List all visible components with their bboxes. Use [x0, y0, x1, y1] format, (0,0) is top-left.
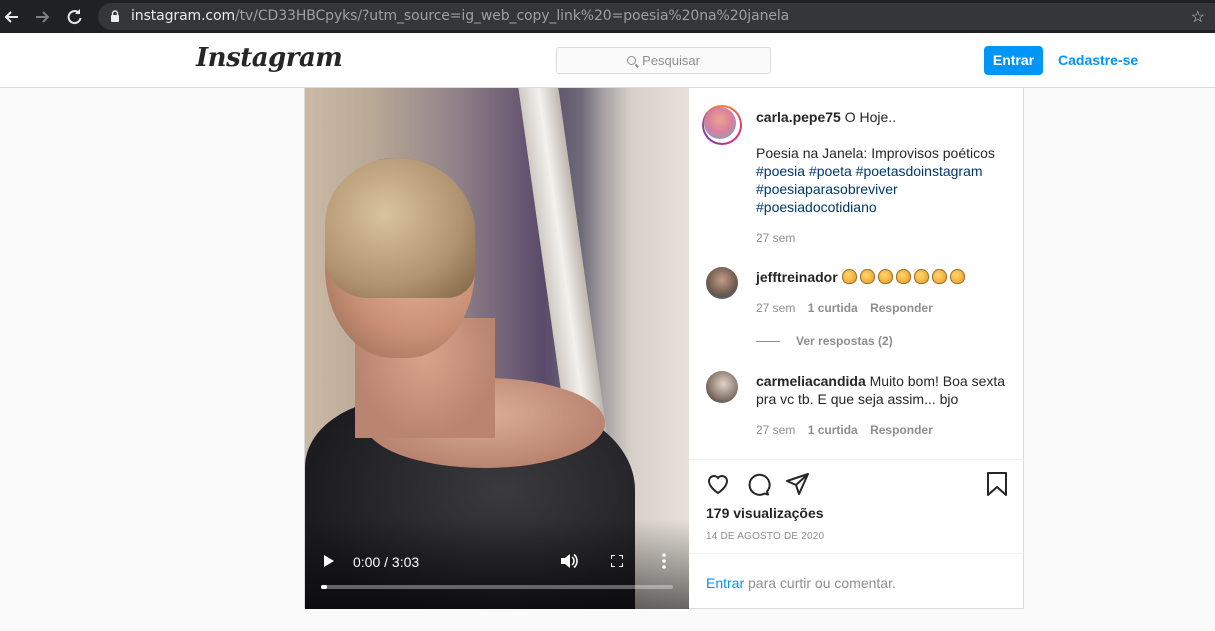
volume-icon[interactable] — [560, 553, 578, 569]
view-count[interactable]: 179 visualizações — [706, 505, 824, 521]
post-sidebar: carla.pepe75 O Hoje.. Poesia na Janela: … — [689, 88, 1024, 609]
login-link[interactable]: Entrar — [706, 575, 744, 591]
hashtag[interactable]: #poesia — [756, 163, 805, 179]
search-input[interactable]: Pesquisar — [556, 47, 771, 74]
hashtag[interactable]: #poesiadocotidiano — [756, 199, 877, 215]
play-icon[interactable] — [324, 555, 334, 567]
post-caption: carla.pepe75 O Hoje.. Poesia na Janela: … — [756, 109, 995, 215]
clap-emoji-row — [841, 269, 968, 285]
heart-icon[interactable] — [705, 471, 731, 497]
post-time[interactable]: 27 sem — [756, 231, 795, 245]
author-username[interactable]: carla.pepe75 — [756, 109, 841, 125]
post-container: 0:00 / 3:03 carla.pepe75 O Hoje.. Poesia… — [304, 88, 1024, 609]
bookmark-star-icon[interactable]: ☆ — [1191, 7, 1205, 27]
comment: jefftreinador — [756, 268, 1006, 286]
browser-toolbar: instagram.com/tv/CD33HBCpyks/?utm_source… — [0, 0, 1215, 33]
video-progress-fill — [321, 585, 327, 589]
video-player[interactable]: 0:00 / 3:03 — [305, 88, 689, 609]
back-icon[interactable] — [1, 6, 23, 28]
reload-icon[interactable] — [63, 6, 85, 28]
post-date: 14 DE AGOSTO DE 2020 — [706, 531, 825, 542]
fullscreen-icon[interactable] — [611, 555, 623, 567]
commenter-avatar[interactable] — [706, 267, 738, 299]
instagram-header: Instagram Pesquisar Entrar Cadastre-se — [0, 33, 1215, 88]
comment-icon[interactable] — [745, 471, 771, 497]
comment-meta: 27 sem 1 curtida Responder — [756, 301, 933, 315]
url-text: instagram.com/tv/CD33HBCpyks/?utm_source… — [131, 8, 790, 24]
login-to-comment: Entrar para curtir ou comentar. — [706, 575, 896, 591]
lock-icon — [111, 10, 119, 22]
forward-icon[interactable] — [31, 6, 53, 28]
reply-button[interactable]: Responder — [870, 423, 933, 437]
video-time: 0:00 / 3:03 — [353, 554, 420, 570]
comment-meta: 27 sem 1 curtida Responder — [756, 423, 933, 437]
bookmark-icon[interactable] — [984, 471, 1010, 497]
reply-button[interactable]: Responder — [870, 301, 933, 315]
commenter-avatar[interactable] — [706, 371, 738, 403]
more-options-icon[interactable] — [662, 553, 666, 569]
comment-username[interactable]: carmeliacandida — [756, 373, 866, 389]
hashtag[interactable]: #poesiaparasobreviver — [756, 181, 898, 197]
search-placeholder: Pesquisar — [642, 53, 700, 68]
comment-username[interactable]: jefftreinador — [756, 269, 838, 285]
hashtag[interactable]: #poetasdoinstagram — [856, 163, 983, 179]
search-icon — [627, 56, 637, 65]
video-progress-bar[interactable] — [321, 585, 673, 589]
address-bar[interactable]: instagram.com/tv/CD33HBCpyks/?utm_source… — [98, 3, 1215, 30]
hashtag[interactable]: #poeta — [809, 163, 852, 179]
share-icon[interactable] — [785, 471, 811, 497]
comment: carmeliacandida Muito bom! Boa sexta pra… — [756, 373, 1006, 407]
signup-link[interactable]: Cadastre-se — [1058, 52, 1138, 68]
view-replies-button[interactable]: Ver respostas (2) — [756, 334, 893, 348]
login-button[interactable]: Entrar — [984, 46, 1043, 75]
author-avatar[interactable] — [702, 105, 742, 145]
instagram-logo[interactable]: Instagram — [196, 43, 343, 73]
